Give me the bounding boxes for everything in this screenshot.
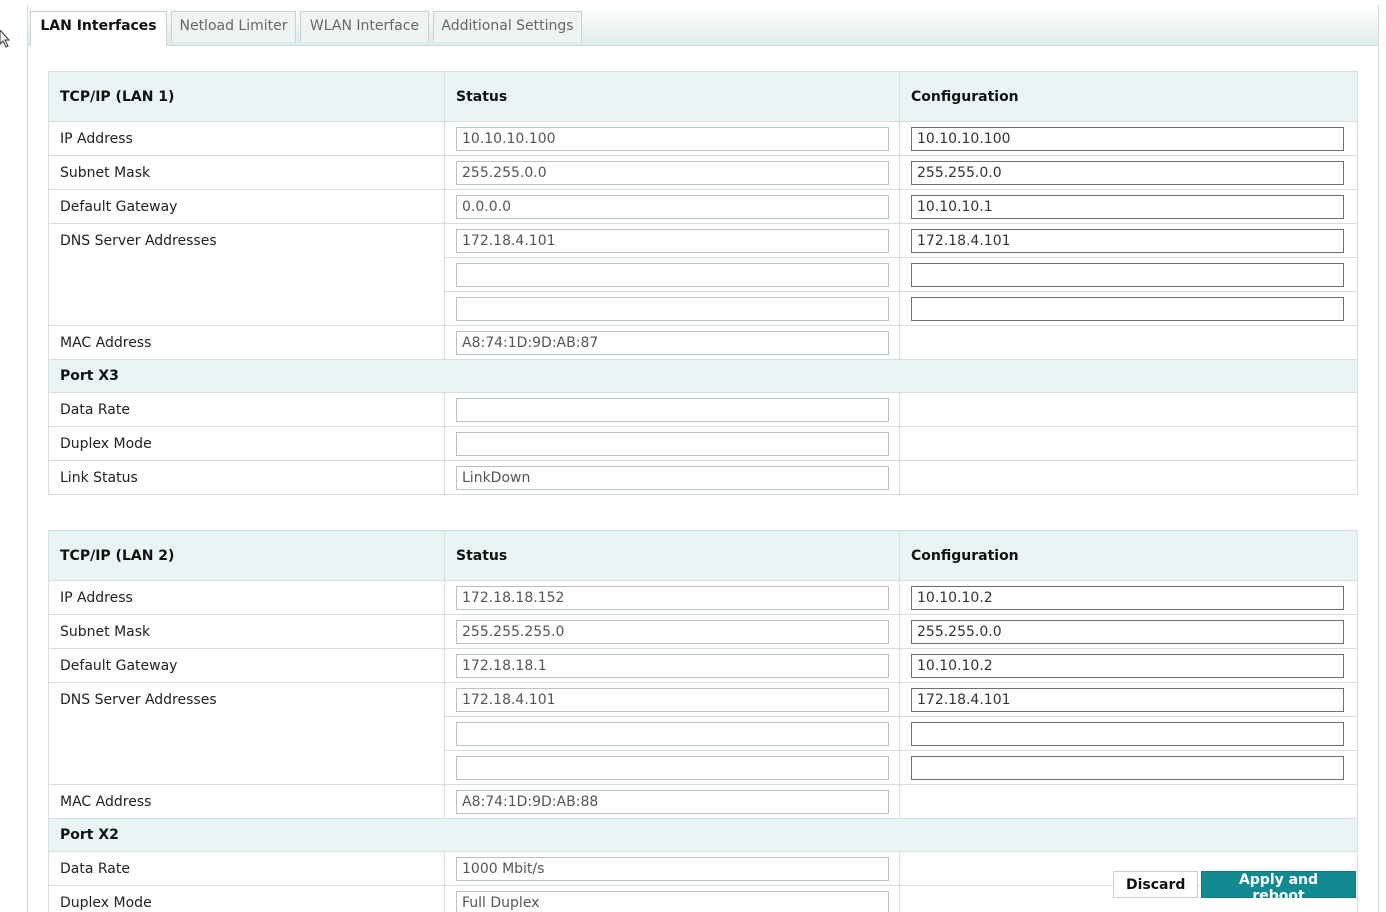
lan2-gateway-status-field xyxy=(456,653,889,678)
lan1-dns1-config-input[interactable] xyxy=(911,228,1344,253)
lan2-dns2-status-field xyxy=(456,721,889,746)
lan2-gateway-config-input[interactable] xyxy=(911,653,1344,678)
table-row: Subnet Mask xyxy=(48,614,1358,649)
lan2-header-row: TCP/IP (LAN 2) Status Configuration xyxy=(48,530,1358,581)
lan1-port-row: Port X3 xyxy=(48,359,1358,393)
lan1-mac-status-field xyxy=(456,330,889,355)
table-row: MAC Address xyxy=(48,325,1358,360)
lan2-title: TCP/IP (LAN 2) xyxy=(48,530,445,581)
lan1-title: TCP/IP (LAN 1) xyxy=(48,71,445,122)
lan1-gateway-label: Default Gateway xyxy=(48,189,445,224)
lan1-mac-label: MAC Address xyxy=(48,325,445,360)
lan2-gateway-label: Default Gateway xyxy=(48,648,445,683)
lan2-dns3-config-input[interactable] xyxy=(911,755,1344,780)
tab-lan-interfaces[interactable]: LAN Interfaces xyxy=(30,11,167,46)
empty-cell xyxy=(899,325,1358,360)
lan1-subnet-status-field xyxy=(456,160,889,185)
lan2-rate-status-field xyxy=(456,856,889,881)
table-row: Default Gateway xyxy=(48,189,1358,224)
tab-wlan-interface[interactable]: WLAN Interface xyxy=(300,11,429,42)
lan2-mac-label: MAC Address xyxy=(48,784,445,819)
lan1-link-label: Link Status xyxy=(48,460,445,495)
table-row: Duplex Mode xyxy=(48,426,1358,461)
lan2-ip-config-input[interactable] xyxy=(911,585,1344,610)
lan1-rate-label: Data Rate xyxy=(48,392,445,427)
lan1-dns-label: DNS Server Addresses xyxy=(48,223,445,326)
lan1-ip-label: IP Address xyxy=(48,121,445,156)
table-row: DNS Server Addresses xyxy=(48,223,1358,326)
lan1-status-header: Status xyxy=(444,71,900,122)
mouse-cursor-icon xyxy=(0,30,10,48)
table-row: Subnet Mask xyxy=(48,155,1358,190)
apply-and-reboot-button[interactable]: Apply and reboot xyxy=(1201,871,1356,904)
empty-cell xyxy=(899,784,1358,819)
lan1-gateway-status-field xyxy=(456,194,889,219)
lan2-port-title: Port X2 xyxy=(48,818,1358,852)
lan-settings-panel: LAN Interfaces Netload Limiter WLAN Inte… xyxy=(27,5,1379,912)
lan2-status-header: Status xyxy=(444,530,900,581)
lan1-dns1-status-field xyxy=(456,228,889,253)
tab-bar: LAN Interfaces Netload Limiter WLAN Inte… xyxy=(28,5,1378,46)
lan1-table: TCP/IP (LAN 1) Status Configuration IP A… xyxy=(48,71,1358,495)
lan2-subnet-label: Subnet Mask xyxy=(48,614,445,649)
lan1-dns3-status-field xyxy=(456,296,889,321)
lan1-duplex-label: Duplex Mode xyxy=(48,426,445,461)
discard-button[interactable]: Discard xyxy=(1113,871,1198,898)
lan1-subnet-config-input[interactable] xyxy=(911,160,1344,185)
lan2-ip-label: IP Address xyxy=(48,580,445,615)
lan2-duplex-label: Duplex Mode xyxy=(48,885,445,912)
lan1-subnet-label: Subnet Mask xyxy=(48,155,445,190)
lan2-duplex-status-field xyxy=(456,890,889,912)
lan1-duplex-status-field xyxy=(456,431,889,456)
lan2-table: TCP/IP (LAN 2) Status Configuration IP A… xyxy=(48,530,1358,912)
table-row: Default Gateway xyxy=(48,648,1358,683)
lan1-gateway-config-input[interactable] xyxy=(911,194,1344,219)
lan2-dns3-status-field xyxy=(456,755,889,780)
empty-cell xyxy=(899,392,1358,427)
table-row: DNS Server Addresses xyxy=(48,682,1358,785)
action-bar: Discard Apply and reboot xyxy=(1113,871,1356,904)
empty-cell xyxy=(899,460,1358,495)
table-row: MAC Address xyxy=(48,784,1358,819)
lan2-dns1-status-field xyxy=(456,687,889,712)
lan1-rate-status-field xyxy=(456,397,889,422)
lan2-port-row: Port X2 xyxy=(48,818,1358,852)
lan2-dns1-config-input[interactable] xyxy=(911,687,1344,712)
lan1-port-title: Port X3 xyxy=(48,359,1358,393)
lan2-subnet-status-field xyxy=(456,619,889,644)
table-row: Data Rate xyxy=(48,392,1358,427)
table-row: IP Address xyxy=(48,580,1358,615)
lan2-subnet-config-input[interactable] xyxy=(911,619,1344,644)
lan1-config-header: Configuration xyxy=(899,71,1358,122)
lan2-config-header: Configuration xyxy=(899,530,1358,581)
lan2-rate-label: Data Rate xyxy=(48,851,445,886)
lan2-ip-status-field xyxy=(456,585,889,610)
lan1-header-row: TCP/IP (LAN 1) Status Configuration xyxy=(48,71,1358,122)
lan1-dns2-config-input[interactable] xyxy=(911,262,1344,287)
lan1-ip-config-input[interactable] xyxy=(911,126,1344,151)
table-row: IP Address xyxy=(48,121,1358,156)
lan1-ip-status-field xyxy=(456,126,889,151)
lan2-dns-label: DNS Server Addresses xyxy=(48,682,445,785)
tab-netload-limiter[interactable]: Netload Limiter xyxy=(171,11,296,42)
lan2-dns2-config-input[interactable] xyxy=(911,721,1344,746)
lan1-dns2-status-field xyxy=(456,262,889,287)
table-row: Link Status xyxy=(48,460,1358,495)
tab-additional-settings[interactable]: Additional Settings xyxy=(433,11,582,42)
empty-cell xyxy=(899,426,1358,461)
lan1-link-status-field xyxy=(456,465,889,490)
lan1-dns3-config-input[interactable] xyxy=(911,296,1344,321)
lan2-mac-status-field xyxy=(456,789,889,814)
